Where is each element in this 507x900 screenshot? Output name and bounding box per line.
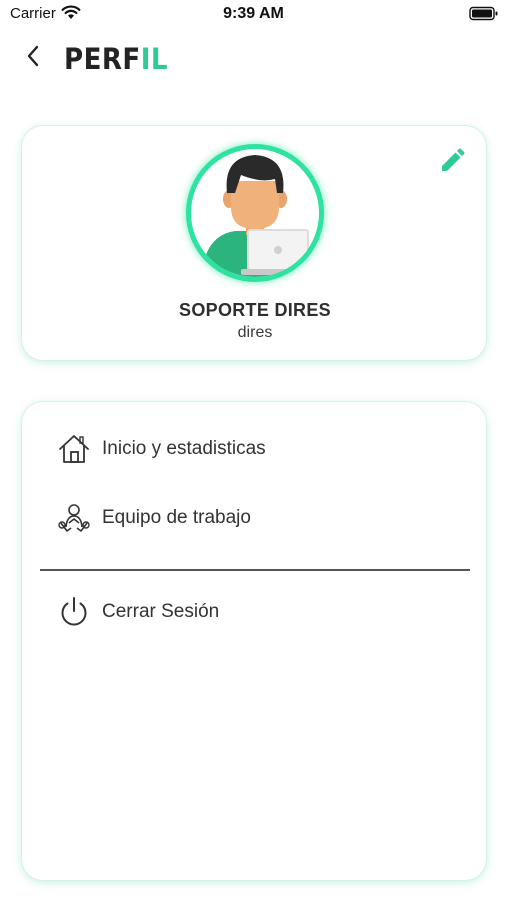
- user-avatar-icon: [191, 155, 319, 277]
- avatar: [186, 144, 324, 282]
- logout-label: Cerrar Sesión: [102, 601, 220, 622]
- menu-card: Inicio y estadisticas Equipo de trabajo …: [21, 401, 487, 881]
- profile-card: SOPORTE DIRES dires: [21, 125, 487, 361]
- pencil-icon: [438, 148, 466, 179]
- status-bar: Carrier 9:39 AM: [0, 0, 507, 30]
- page-title-part1: PERF: [64, 42, 141, 76]
- chevron-left-icon: [26, 45, 40, 72]
- menu-item-home[interactable]: Inicio y estadisticas: [56, 429, 266, 469]
- menu-item-home-label: Inicio y estadisticas: [102, 438, 266, 459]
- power-icon: [56, 594, 92, 630]
- menu-item-team-label: Equipo de trabajo: [102, 507, 251, 528]
- menu-divider: [40, 569, 470, 571]
- status-time: 9:39 AM: [223, 5, 284, 22]
- page-title-part2: IL: [140, 42, 168, 76]
- page-title: PERFIL: [64, 42, 168, 76]
- logout-button[interactable]: Cerrar Sesión: [56, 592, 219, 632]
- user-name: SOPORTE DIRES: [179, 300, 331, 320]
- user-username: dires: [237, 324, 273, 341]
- home-icon: [56, 431, 92, 467]
- edit-profile-button[interactable]: [438, 147, 466, 175]
- back-button[interactable]: [18, 42, 48, 74]
- battery-icon: [469, 6, 499, 26]
- team-icon: [56, 500, 92, 536]
- menu-item-team[interactable]: Equipo de trabajo: [56, 498, 251, 538]
